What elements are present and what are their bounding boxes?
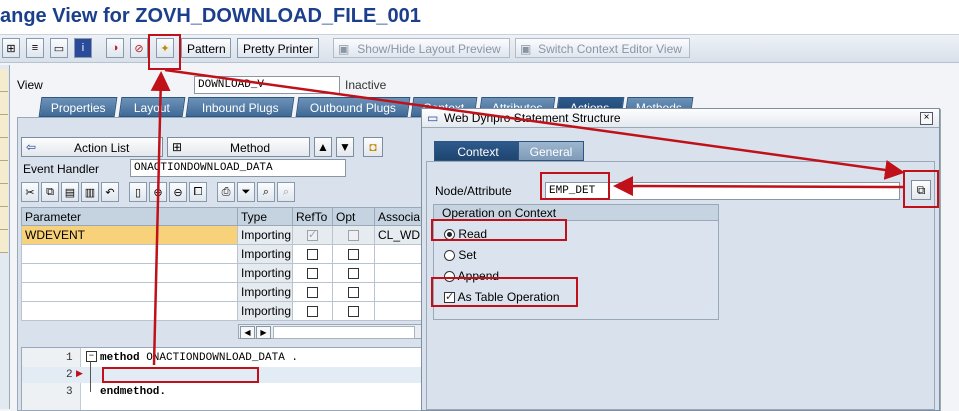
arrow-pattern-to-help [164,68,905,180]
arrow-code-to-pattern [150,71,171,366]
annotation-arrows [150,68,905,366]
arrow-help-to-node [613,176,904,197]
